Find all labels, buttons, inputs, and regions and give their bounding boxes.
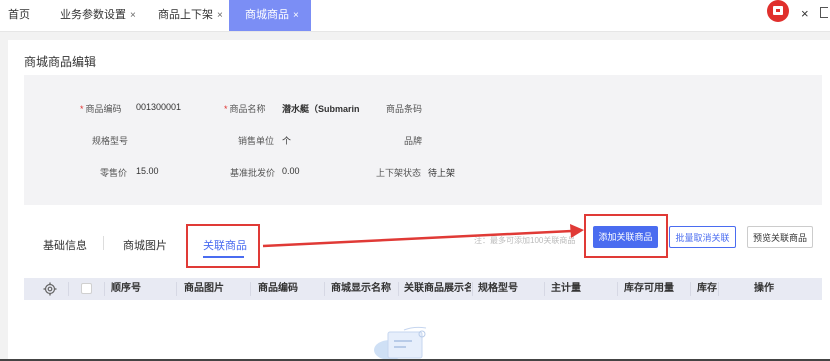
column-header[interactable]: 商城显示名称 bbox=[331, 278, 397, 300]
column-header[interactable]: 商品图片 bbox=[184, 278, 248, 300]
product-name-value: 潜水艇（Submarin bbox=[282, 104, 360, 114]
tab-label: 首页 bbox=[8, 9, 30, 21]
spec-label: 规格型号 bbox=[92, 136, 129, 146]
shelf-status-label: 上下架状态 bbox=[376, 168, 422, 178]
batch-cancel-button[interactable]: 批量取消关联 bbox=[669, 226, 736, 248]
column-separator bbox=[250, 282, 251, 296]
close-icon[interactable]: × bbox=[130, 10, 136, 21]
column-separator bbox=[398, 282, 399, 296]
preview-related-button[interactable]: 预览关联商品 bbox=[747, 226, 813, 248]
gear-icon[interactable] bbox=[43, 282, 57, 296]
sales-unit-value: 个 bbox=[282, 136, 292, 146]
record-icon[interactable] bbox=[767, 0, 789, 22]
column-separator bbox=[324, 282, 325, 296]
column-header[interactable]: 关联商品展示名称 bbox=[404, 278, 471, 300]
column-separator bbox=[544, 282, 545, 296]
tab-bar: 首页 业务参数设置 × 商品上下架 × 商城商品 × × bbox=[0, 0, 830, 32]
expand-icon[interactable] bbox=[820, 7, 828, 18]
annotation-box-add-button bbox=[584, 214, 668, 258]
tab-label: 业务参数设置 bbox=[60, 9, 126, 21]
column-separator bbox=[104, 282, 105, 296]
column-header[interactable]: 顺序号 bbox=[111, 278, 173, 300]
tab-mall-products[interactable]: 商城商品 × bbox=[229, 0, 311, 31]
tab-basic-info[interactable]: 基础信息 bbox=[43, 237, 87, 253]
related-table-header: 顺序号 商品图片 商品编码 商城显示名称 关联商品展示名称 规格型号 主计量 库… bbox=[24, 278, 822, 300]
column-header[interactable]: 库存 bbox=[697, 278, 717, 300]
close-icon[interactable]: × bbox=[293, 10, 299, 21]
tab-business-params[interactable]: 业务参数设置 × bbox=[60, 0, 136, 31]
base-wholesale-label: 基准批发价 bbox=[230, 168, 276, 178]
empty-illustration-icon bbox=[374, 326, 427, 360]
required-mark: * bbox=[80, 104, 84, 114]
brand-label: 品牌 bbox=[404, 136, 423, 146]
close-icon[interactable]: × bbox=[801, 6, 809, 21]
tab-mall-images[interactable]: 商城图片 bbox=[123, 237, 167, 253]
shelf-status-value: 待上架 bbox=[428, 168, 456, 178]
close-icon[interactable]: × bbox=[217, 10, 223, 21]
column-separator bbox=[472, 282, 473, 296]
column-separator bbox=[617, 282, 618, 296]
column-separator bbox=[690, 282, 691, 296]
column-separator bbox=[718, 282, 719, 296]
product-name-label: * 商品名称 bbox=[224, 104, 266, 114]
column-header[interactable]: 库存可用量 bbox=[624, 278, 688, 300]
page-title: 商城商品编辑 bbox=[24, 55, 97, 69]
product-code-label: * 商品编码 bbox=[80, 104, 122, 114]
product-code-value: 001300001 bbox=[136, 102, 182, 112]
column-header[interactable]: 主计量 bbox=[551, 278, 615, 300]
tab-label: 商品上下架 bbox=[158, 9, 213, 21]
edit-card: 商城商品编辑 * 商品编码 001300001 * 商品名称 潜水艇（Submari… bbox=[8, 40, 830, 361]
column-header[interactable]: 操作 bbox=[754, 278, 804, 300]
tab-home[interactable]: 首页 bbox=[8, 0, 30, 31]
related-limit-hint: 注：最多可添加100关联商品 bbox=[474, 236, 576, 245]
column-header[interactable]: 商品编码 bbox=[258, 278, 322, 300]
retail-price-label: 零售价 bbox=[100, 168, 128, 178]
product-info-panel: * 商品编码 001300001 * 商品名称 潜水艇（Submarin 商品条码 … bbox=[24, 75, 822, 205]
column-separator bbox=[68, 282, 69, 296]
retail-price-value: 15.00 bbox=[136, 166, 159, 176]
column-header[interactable]: 规格型号 bbox=[478, 278, 542, 300]
sales-unit-label: 销售单位 bbox=[238, 136, 275, 146]
tab-label: 商城商品 bbox=[245, 9, 289, 21]
tab-divider bbox=[103, 236, 104, 250]
tab-product-shelf[interactable]: 商品上下架 × bbox=[158, 0, 223, 31]
annotation-box-related-tab bbox=[186, 224, 260, 268]
column-separator bbox=[176, 282, 177, 296]
barcode-label: 商品条码 bbox=[386, 104, 423, 114]
select-all-checkbox[interactable] bbox=[81, 283, 92, 294]
required-mark: * bbox=[224, 104, 228, 114]
base-wholesale-value: 0.00 bbox=[282, 166, 300, 176]
